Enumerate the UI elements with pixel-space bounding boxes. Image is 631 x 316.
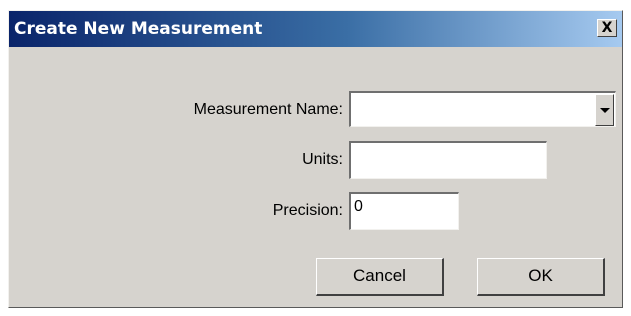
cancel-button[interactable]: Cancel bbox=[316, 258, 444, 296]
precision-label: Precision: bbox=[272, 202, 343, 219]
measurement-name-label: Measurement Name: bbox=[193, 101, 343, 118]
chevron-down-icon bbox=[600, 108, 610, 113]
dialog-title: Create New Measurement bbox=[14, 19, 263, 39]
units-label: Units: bbox=[302, 151, 343, 168]
precision-input[interactable]: 0 bbox=[349, 192, 459, 230]
close-icon[interactable]: X bbox=[597, 19, 617, 37]
units-input[interactable] bbox=[349, 141, 547, 179]
measurement-name-combobox[interactable] bbox=[349, 91, 616, 127]
create-measurement-dialog: Create New Measurement X Measurement Nam… bbox=[8, 10, 623, 308]
dropdown-button[interactable] bbox=[595, 94, 614, 126]
title-bar[interactable]: Create New Measurement X bbox=[9, 11, 622, 47]
ok-button[interactable]: OK bbox=[477, 258, 605, 296]
